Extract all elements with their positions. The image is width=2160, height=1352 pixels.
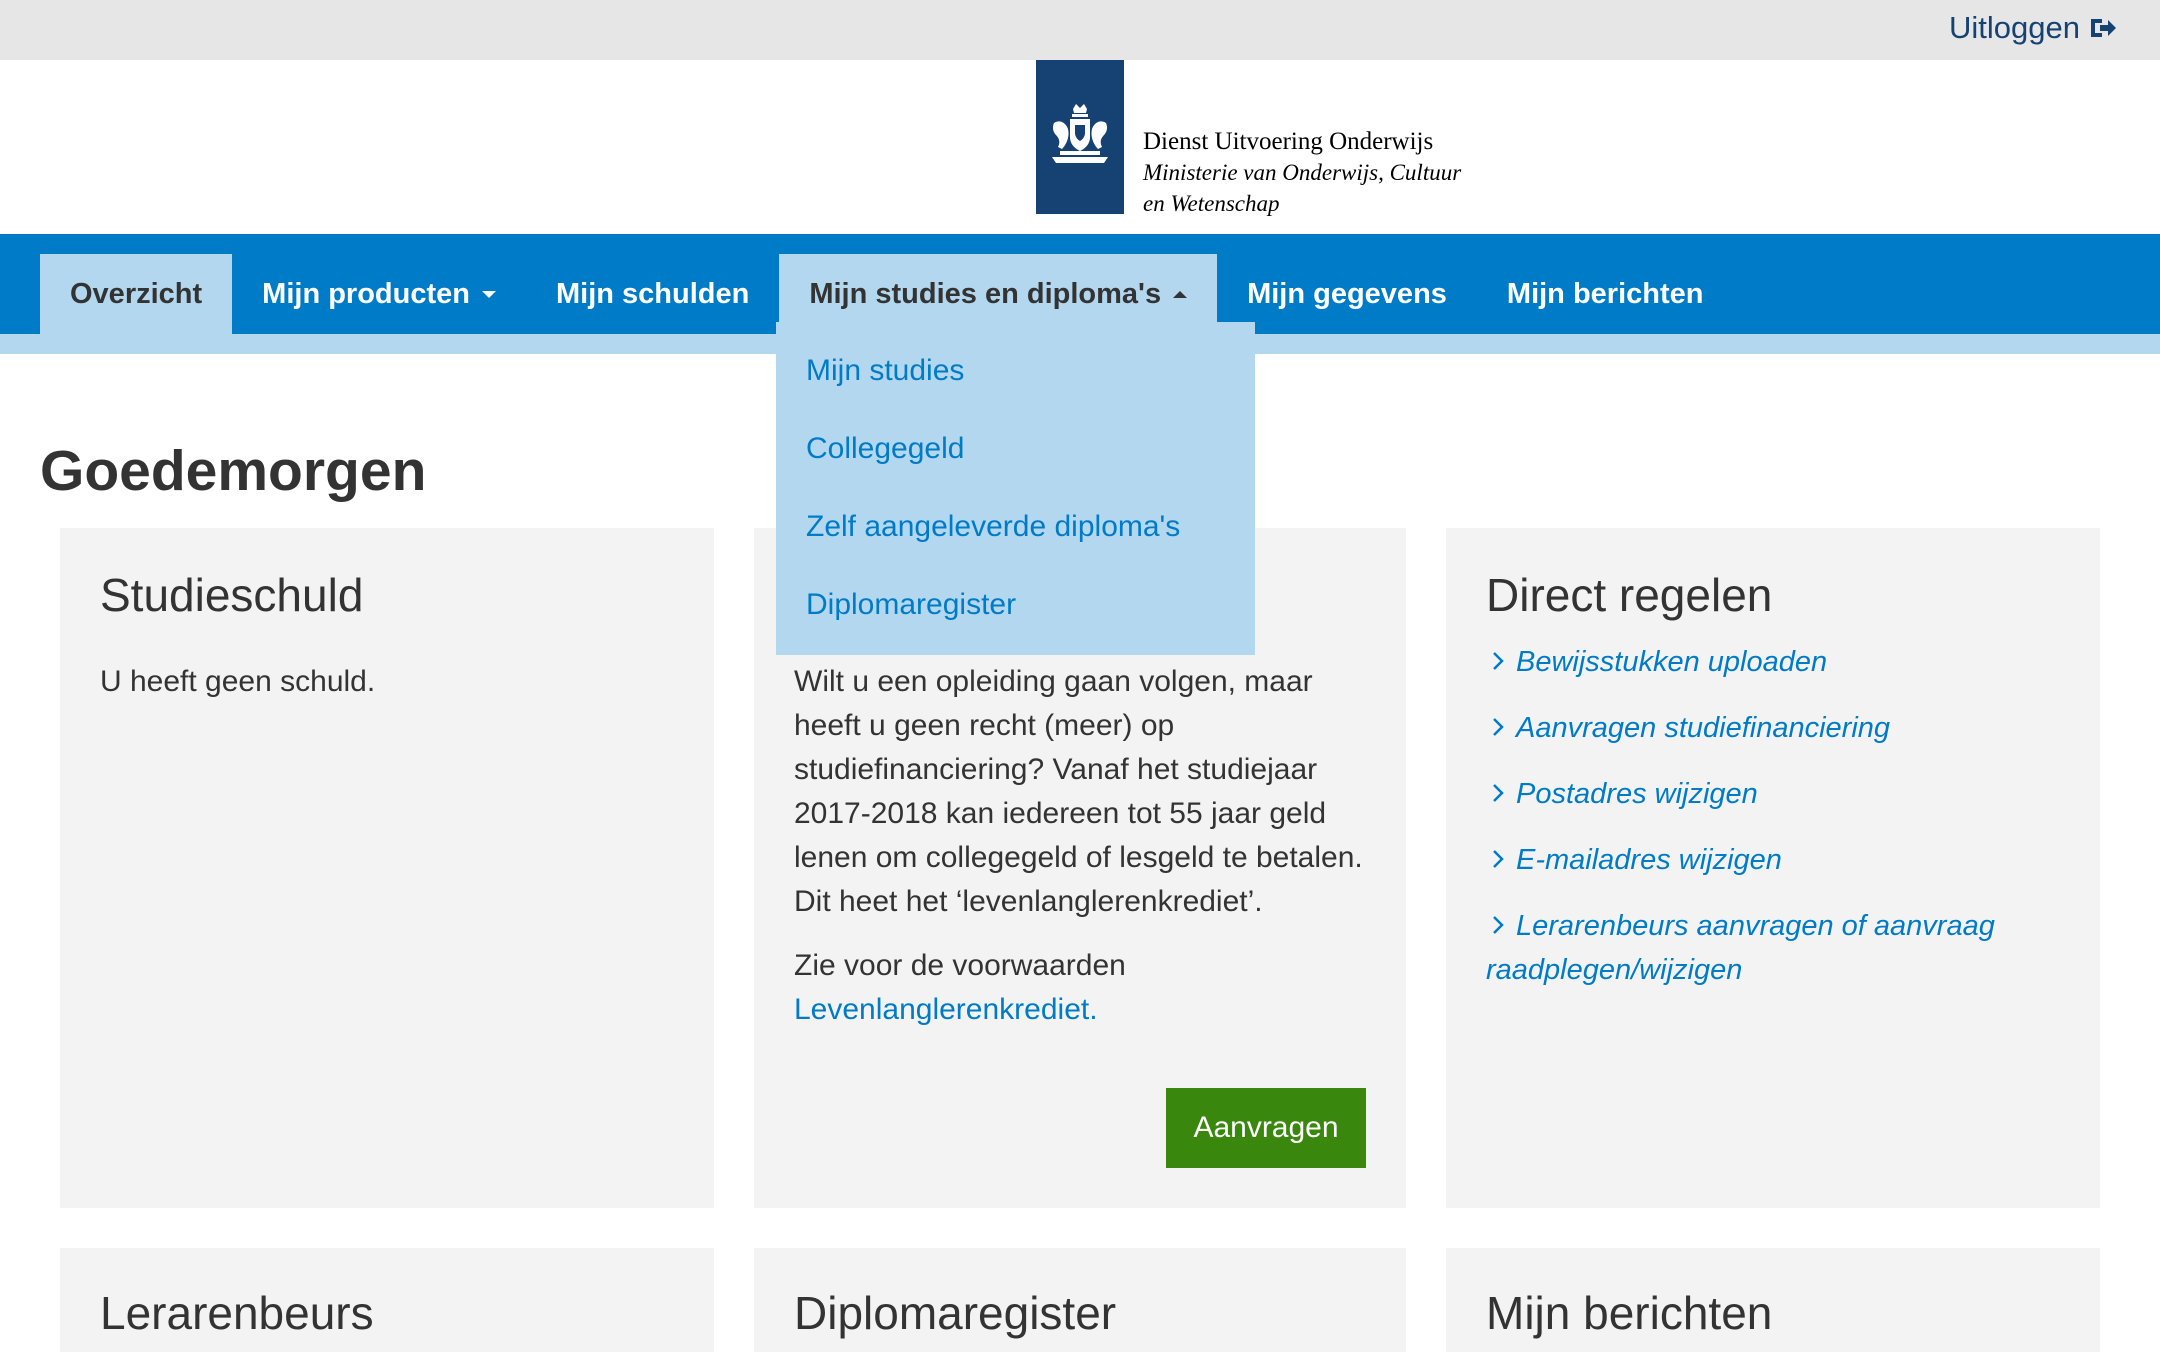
nav-mijn-gegevens-label: Mijn gegevens (1247, 277, 1447, 310)
card-krediet-text: Wilt u een opleiding gaan volgen, maar h… (794, 665, 1363, 918)
nav-mijn-gegevens[interactable]: Mijn gegevens (1217, 254, 1477, 334)
top-bar: Uitloggen (0, 0, 2160, 60)
menu-item-zelf-aangeleverde-diplomas[interactable]: Zelf aangeleverde diploma's (776, 498, 1255, 576)
rijksoverheid-logo[interactable] (1036, 60, 1124, 214)
organisation-name: Dienst Uitvoering Onderwijs Ministerie v… (1143, 126, 1483, 219)
card-diplomaregister-title: Diplomaregister (794, 1287, 1117, 1339)
link-postadres-wijzigen[interactable]: Postadres wijzigen (1486, 772, 2046, 816)
coat-of-arms-icon (1052, 104, 1108, 163)
card-studieschuld: Studieschuld U heeft geen schuld. (60, 528, 714, 1208)
org-name: Dienst Uitvoering Onderwijs (1143, 128, 1434, 155)
caret-up-icon (1173, 290, 1188, 298)
aanvragen-button[interactable]: Aanvragen (1166, 1088, 1366, 1168)
ministry-name: Ministerie van Onderwijs, Cultuur en Wet… (1143, 160, 1462, 216)
card-krediet-conditions: Zie voor de voorwaarden Levenlanglerenkr… (794, 944, 1374, 1032)
card-mijn-berichten-title: Mijn berichten (1486, 1287, 1773, 1339)
menu-item-collegegeld[interactable]: Collegegeld (776, 420, 1255, 498)
main-navigation: Overzicht Mijn producten Mijn schulden M… (0, 234, 2160, 334)
nav-mijn-schulden[interactable]: Mijn schulden (526, 254, 779, 334)
card-studieschuld-title: Studieschuld (100, 569, 364, 621)
studies-dropdown-menu: Mijn studies Collegegeld Zelf aangelever… (776, 322, 1255, 655)
card-mijn-berichten: Mijn berichten (1446, 1248, 2100, 1352)
link-emailadres-wijzigen[interactable]: E-mailadres wijzigen (1486, 838, 2046, 882)
nav-mijn-studies-label: Mijn studies en diploma's (809, 277, 1162, 310)
nav-overzicht[interactable]: Overzicht (40, 254, 233, 334)
card-direct-regelen-title: Direct regelen (1486, 569, 1773, 621)
chevron-right-icon (1493, 850, 1504, 869)
card-lerarenbeurs: Lerarenbeurs (60, 1248, 714, 1352)
card-direct-regelen: Direct regelen Bewijsstukken uploaden Aa… (1446, 528, 2100, 1208)
link-aanvragen-studiefinanciering[interactable]: Aanvragen studiefinanciering (1486, 706, 2046, 750)
link-bewijsstukken-uploaden[interactable]: Bewijsstukken uploaden (1486, 640, 2046, 684)
chevron-right-icon (1493, 652, 1504, 671)
logout-link[interactable]: Uitloggen (1949, 10, 2118, 46)
nav-mijn-berichten-label: Mijn berichten (1506, 277, 1704, 310)
link-lerarenbeurs-aanvragen[interactable]: Lerarenbeurs aanvragen of aanvraag raadp… (1486, 904, 2046, 992)
caret-down-icon (482, 290, 496, 298)
nav-mijn-schulden-label: Mijn schulden (556, 277, 750, 310)
chevron-right-icon (1493, 718, 1504, 737)
site-header: Dienst Uitvoering Onderwijs Ministerie v… (0, 60, 2160, 234)
page-title: Goedemorgen (40, 439, 427, 503)
conditions-text: Zie voor de voorwaarden (794, 949, 1126, 982)
nav-mijn-berichten[interactable]: Mijn berichten (1477, 254, 1734, 334)
logout-label: Uitloggen (1949, 10, 2080, 45)
nav-mijn-producten[interactable]: Mijn producten (232, 254, 526, 334)
card-lerarenbeurs-title: Lerarenbeurs (100, 1287, 374, 1339)
levenlanglerenkrediet-link[interactable]: Levenlanglerenkrediet. (794, 993, 1098, 1026)
sign-out-icon (2091, 19, 2116, 37)
card-diplomaregister: Diplomaregister (754, 1248, 1406, 1352)
chevron-right-icon (1493, 916, 1504, 935)
direct-regelen-list: Bewijsstukken uploaden Aanvragen studief… (1486, 640, 2046, 1014)
chevron-right-icon (1493, 784, 1504, 803)
nav-overzicht-label: Overzicht (70, 277, 203, 310)
nav-mijn-producten-label: Mijn producten (262, 277, 470, 310)
card-studieschuld-text: U heeft geen schuld. (100, 665, 376, 698)
menu-item-diplomaregister[interactable]: Diplomaregister (776, 576, 1255, 654)
menu-item-mijn-studies[interactable]: Mijn studies (776, 342, 1255, 420)
